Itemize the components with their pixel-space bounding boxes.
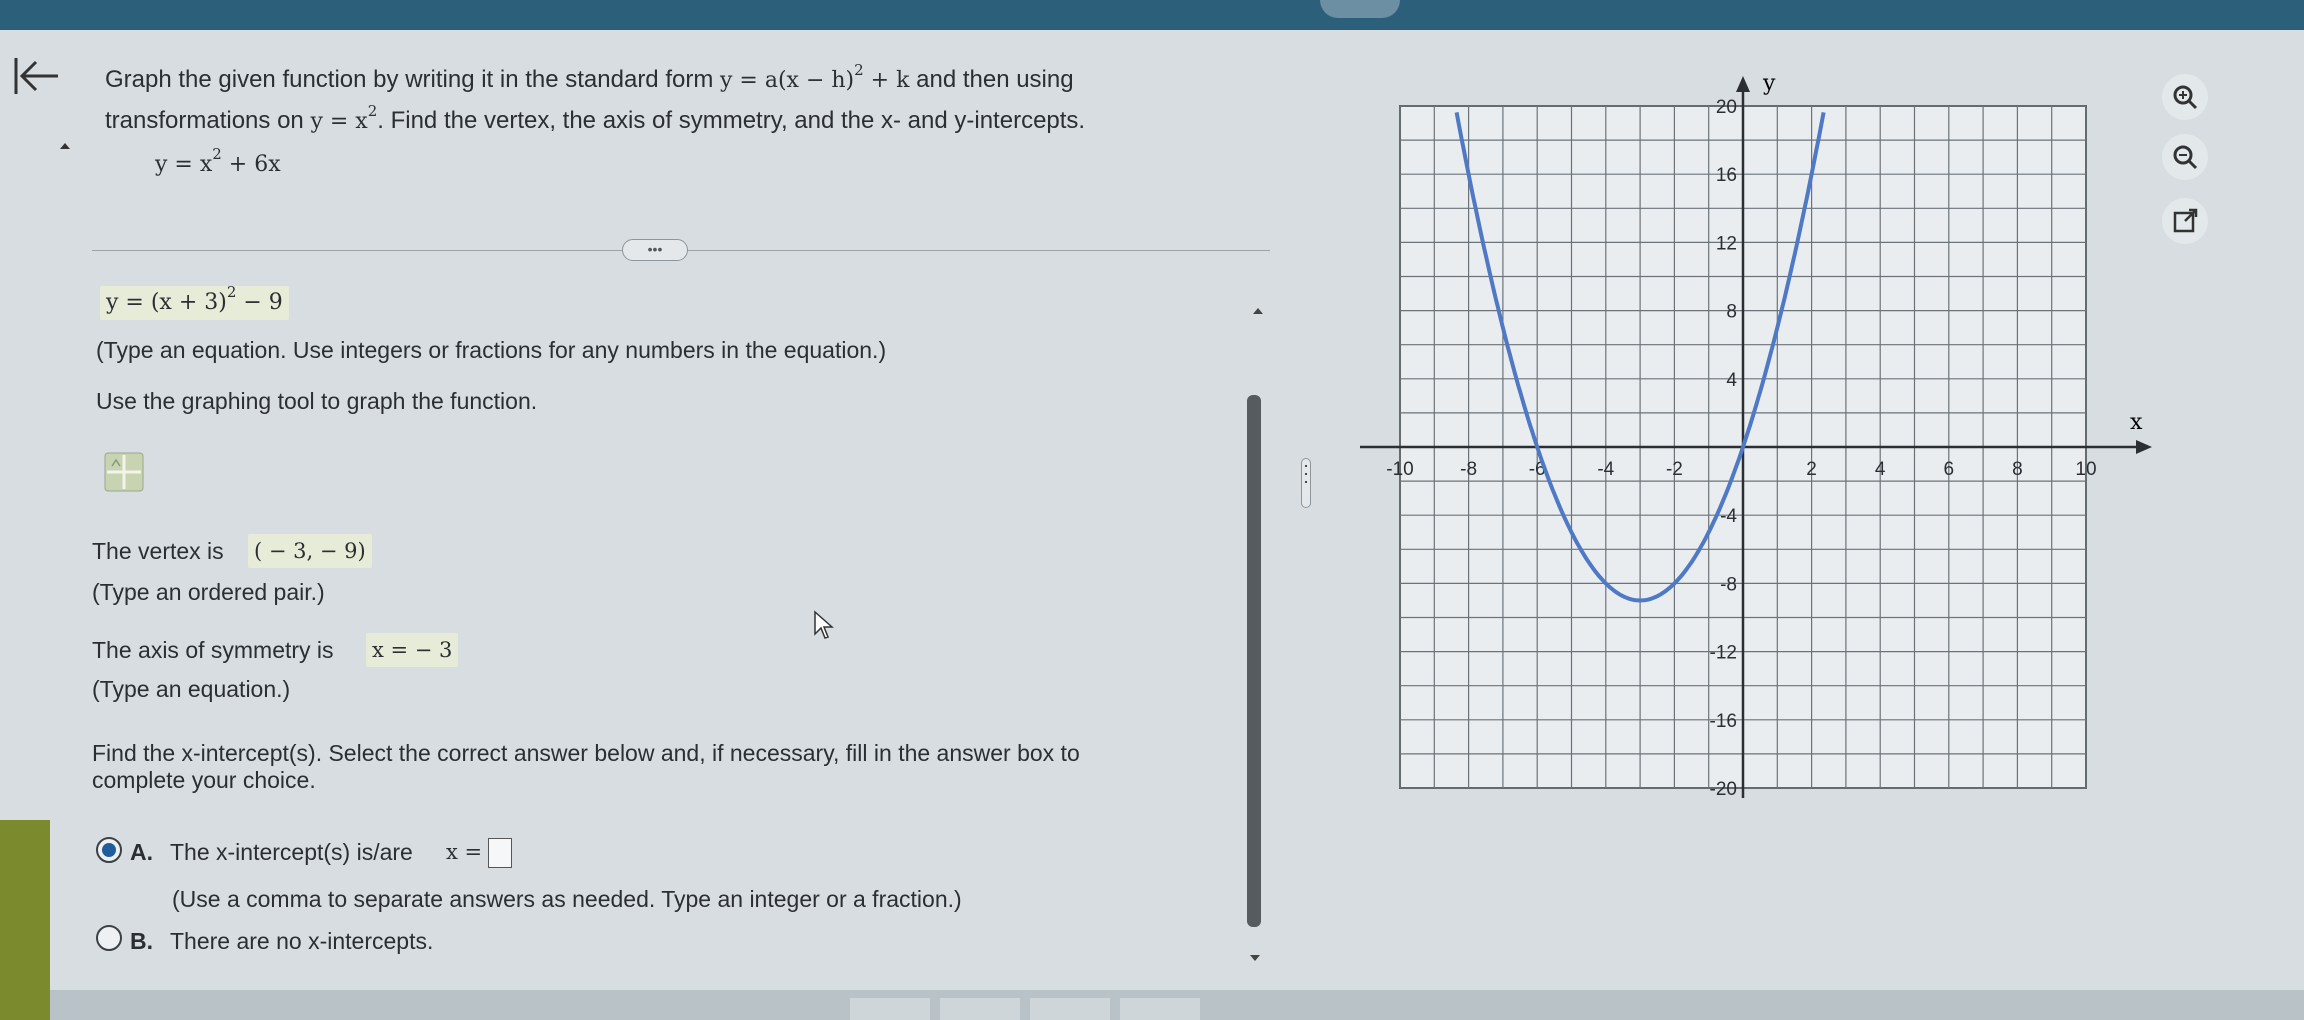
x-tick-label: -4: [1597, 459, 1614, 480]
standard-form-answer[interactable]: y = (x + 3)2 − 9: [100, 283, 289, 320]
option-a-hint: (Use a comma to separate answers as need…: [172, 886, 962, 912]
panel-resize-handle[interactable]: [1301, 458, 1311, 508]
given-equation: y = x2 + 6x: [155, 147, 281, 178]
y-tick-label: 20: [1716, 97, 1737, 118]
bottom-tab: [1030, 998, 1110, 1020]
graph-instruction: Use the graphing tool to graph the funct…: [96, 388, 538, 414]
x-tick-label: 4: [1875, 459, 1886, 480]
back-to-start-icon[interactable]: [12, 54, 60, 98]
x-tick-label: -2: [1666, 459, 1683, 480]
base-function-exponent: 2: [367, 102, 378, 120]
answer-exponent: 2: [226, 283, 237, 301]
option-b-letter: B.: [130, 928, 153, 954]
x-tick-label: -10: [1386, 459, 1413, 480]
base-function-text: y = x: [310, 109, 368, 134]
scroll-up-icon[interactable]: [1253, 308, 1263, 314]
expand-graph-button[interactable]: [2162, 198, 2208, 244]
xintercept-answer-input[interactable]: [488, 838, 512, 868]
standard-form-exponent: 2: [854, 61, 864, 79]
vertex-label: The vertex is: [92, 538, 224, 564]
standard-form-hint: (Type an equation. Use integers or fract…: [96, 337, 887, 363]
graph[interactable]: -10 -8 -6 -4 -2 2 4 6 8 1020161284-4-8-12-16-20 x…: [1360, 60, 2160, 800]
question-line-1: Graph the given function by writing it i…: [105, 60, 1265, 101]
standard-form: y = a(x − h)2 + k: [720, 63, 910, 94]
x-tick-label: 2: [1806, 459, 1817, 480]
more-button[interactable]: •••: [622, 239, 688, 261]
given-equation-base: y = x: [155, 152, 213, 177]
y-tick-label: 12: [1716, 233, 1737, 254]
standard-form-tail: + k: [863, 68, 910, 93]
handle-dot: [1305, 473, 1307, 475]
question-text-part: . Find the vertex, the axis of symmetry,…: [377, 107, 1086, 134]
expand-icon: [2173, 208, 2198, 233]
question-line-2: transformations on y = x2. Find the vert…: [105, 101, 1265, 142]
bottom-tab: [850, 998, 930, 1020]
mouse-cursor-icon: [814, 610, 834, 639]
axis-hint: (Type an equation.): [92, 676, 291, 702]
handle-dot: [1305, 481, 1307, 483]
y-tick-label: 16: [1716, 165, 1737, 186]
x-tick-label: -8: [1460, 459, 1477, 480]
x-tick-label: 6: [1944, 459, 1955, 480]
question-text-part: and then using: [909, 66, 1074, 93]
graphing-tool-icon[interactable]: [104, 452, 144, 492]
question-text-part: Graph the given function by writing it i…: [105, 66, 720, 93]
xintercept-prompt-line-2: complete your choice.: [92, 767, 316, 793]
option-a-letter: A.: [130, 839, 153, 865]
vertex-hint: (Type an ordered pair.): [92, 579, 325, 605]
top-bar-handle: [1320, 0, 1400, 18]
zoom-in-button[interactable]: [2162, 74, 2208, 120]
x-axis-arrow-icon: [2136, 440, 2152, 454]
x-axis-label: x: [2130, 410, 2143, 435]
option-a-text: The x-intercept(s) is/are: [170, 839, 413, 865]
x-tick-label: 8: [2012, 459, 2023, 480]
left-edge-strip: [0, 820, 50, 1020]
y-tick-label: -8: [1720, 574, 1737, 595]
option-b-radio[interactable]: [96, 925, 122, 951]
y-axis-arrow-icon: [1736, 76, 1750, 92]
axis-answer[interactable]: x = − 3: [366, 633, 459, 667]
standard-form-base: y = a(x − h): [720, 68, 855, 93]
scrollbar[interactable]: [1247, 395, 1261, 927]
option-b-text: There are no x-intercepts.: [170, 928, 434, 954]
y-tick-label: 4: [1726, 370, 1737, 391]
bottom-tab: [940, 998, 1020, 1020]
zoom-out-button[interactable]: [2162, 134, 2208, 180]
given-equation-tail: + 6x: [221, 152, 281, 177]
y-tick-label: -4: [1720, 506, 1737, 527]
question-text-part: transformations on: [105, 107, 311, 134]
bottom-tab: [1120, 998, 1200, 1020]
zoom-out-icon: [2173, 145, 2198, 170]
option-a-radio[interactable]: [96, 837, 122, 863]
x-tick-label: 10: [2075, 459, 2096, 480]
bottom-bar: [50, 990, 2304, 1020]
radio-selected-dot: [102, 843, 116, 857]
axis-label: The axis of symmetry is: [92, 637, 334, 663]
y-tick-label: -12: [1710, 643, 1737, 664]
y-tick-label: -20: [1710, 779, 1737, 800]
y-axis-label: y: [1762, 71, 1776, 96]
answer-tail: − 9: [236, 290, 283, 315]
collapse-up-icon[interactable]: [60, 143, 70, 149]
vertex-answer[interactable]: ( − 3, − 9): [248, 534, 372, 568]
option-a-variable: x =: [446, 840, 483, 864]
zoom-in-icon: [2173, 85, 2198, 110]
question-text: Graph the given function by writing it i…: [105, 60, 1265, 142]
top-bar: [0, 0, 2304, 30]
y-tick-label: 8: [1726, 302, 1737, 323]
scroll-down-icon[interactable]: [1250, 955, 1260, 961]
handle-dot: [1305, 465, 1307, 467]
y-tick-label: -16: [1710, 711, 1737, 732]
given-equation-exponent: 2: [212, 145, 222, 163]
answer-base: y = (x + 3): [106, 290, 227, 315]
base-function: y = x2: [310, 104, 377, 135]
